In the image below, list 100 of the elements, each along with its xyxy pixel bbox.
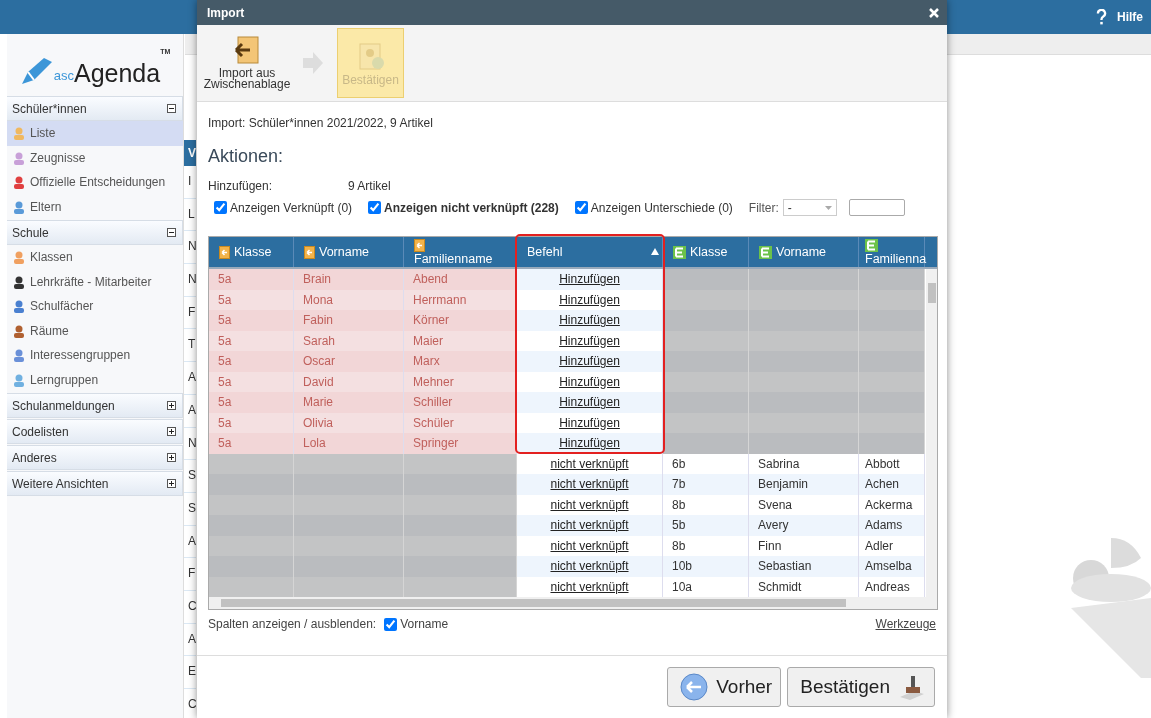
command-link[interactable]: Hinzufügen [559, 292, 620, 307]
sidebar-item[interactable]: Lerngruppen [7, 367, 183, 392]
logo-name: Agenda [73, 61, 161, 86]
logo-prefix: asc [53, 68, 74, 83]
table-cell: Oscar [294, 351, 404, 372]
import-button[interactable]: Import aus Zwischenablage [205, 28, 289, 98]
vertical-scrollbar[interactable] [926, 269, 937, 597]
background-table-cell: A [184, 623, 196, 657]
sidebar-item[interactable]: Liste [7, 121, 183, 146]
sidebar-section-header[interactable]: Schüler*innen [7, 96, 183, 121]
expand-icon[interactable] [167, 479, 176, 488]
background-table-cell: C [184, 689, 196, 718]
sidebar-section-header[interactable]: Codelisten [7, 419, 183, 444]
expand-icon[interactable] [167, 427, 176, 436]
table-cell: 5a [209, 330, 294, 351]
collapse-icon[interactable] [167, 104, 176, 113]
table-cell: Mona [294, 289, 404, 310]
sidebar-item[interactable]: Räume [7, 318, 183, 343]
sidebar-item[interactable]: Interessengruppen [7, 343, 183, 368]
column-option-label: Vorname [400, 617, 449, 631]
sidebar-section-header[interactable]: Schulanmeldungen [7, 393, 183, 418]
command-link[interactable]: Hinzufügen [559, 374, 620, 389]
column-header[interactable]: Befehl [517, 237, 663, 267]
column-header[interactable]: Vorname [294, 237, 404, 267]
filter-label: Anzeigen nicht verknüpft (228) [384, 200, 559, 215]
filter-input[interactable] [848, 199, 905, 216]
section-heading: Aktionen: [208, 146, 285, 167]
filter-label: Anzeigen Unterschiede (0) [590, 200, 733, 215]
column-checkbox[interactable] [384, 617, 398, 631]
sidebar-item[interactable]: Eltern [7, 194, 183, 219]
caret-icon [824, 205, 832, 210]
back-button[interactable]: Vorher [667, 667, 782, 707]
column-header[interactable]: Klasse [663, 237, 749, 267]
table-cell: Lola [294, 433, 404, 454]
confirm-button[interactable]: Bestätigen [787, 667, 935, 707]
close-icon[interactable] [929, 7, 939, 18]
collapse-icon[interactable] [167, 228, 176, 237]
background-table-cell: E [184, 656, 196, 689]
background-table-cell: N [184, 231, 196, 265]
command-link[interactable]: nicht verknüpft [550, 579, 629, 594]
sort-ascending-icon[interactable] [651, 248, 659, 255]
table-cell: Schiller [404, 392, 517, 413]
help-icon[interactable] [1096, 9, 1107, 25]
table-cell: Avery [749, 515, 859, 536]
expand-icon[interactable] [167, 401, 176, 410]
background-table-cell: A [184, 394, 196, 428]
sidebar-item[interactable]: Lehrkräfte - Mitarbeiter [7, 269, 183, 294]
filter-dropdown[interactable]: - [782, 199, 837, 216]
sidebar-item[interactable]: Offizielle Entscheidungen [7, 170, 183, 195]
table-cell: Benjamin [749, 474, 859, 495]
table-cell: Fabin [294, 310, 404, 331]
command-link[interactable]: nicht verknüpft [550, 497, 629, 512]
table-cell: Sarah [294, 330, 404, 351]
filter-checkbox[interactable] [574, 201, 588, 214]
column-header[interactable]: Klasse [209, 237, 294, 267]
arrow-left-icon [680, 673, 709, 701]
table-cell: 5a [209, 310, 294, 331]
table-cell: 5a [209, 371, 294, 392]
background-table-cell: N [184, 427, 196, 461]
background-table-cell: S [184, 492, 196, 526]
sidebar-item[interactable]: Klassen [7, 245, 183, 270]
dialog-title: Import [207, 5, 245, 20]
column-header[interactable]: Vorname [749, 237, 859, 267]
table-cell: 5b [663, 515, 749, 536]
sidebar-section-header[interactable]: Weitere Ansichten [7, 471, 183, 496]
expand-icon[interactable] [167, 453, 176, 462]
table-cell: Körner [404, 310, 517, 331]
table-cell: 10b [663, 556, 749, 577]
command-link[interactable]: Hinzufügen [559, 415, 620, 430]
table-cell: David [294, 371, 404, 392]
filter-label: Anzeigen Verknüpft (0) [230, 200, 353, 215]
table-cell: 5a [209, 433, 294, 454]
sidebar-item[interactable]: Zeugnisse [7, 145, 183, 170]
table-cell: Springer [404, 433, 517, 454]
filter-checkbox[interactable] [368, 201, 382, 214]
summary-value: 9 Artikel [348, 179, 391, 193]
background-table-cell: F [184, 558, 196, 591]
table-cell: Sebastian [749, 556, 859, 577]
table-cell: Marx [404, 351, 517, 372]
column-header[interactable]: Familienname [404, 237, 517, 267]
sidebar-item[interactable]: Schulfächer [7, 294, 183, 319]
command-link[interactable]: nicht verknüpft [550, 456, 629, 471]
table-cell: Brain [294, 269, 404, 290]
background-table-cell: F [184, 296, 196, 330]
background-table-cell: C [184, 590, 196, 624]
command-link[interactable]: nicht verknüpft [550, 538, 629, 553]
table-cell: 5a [209, 392, 294, 413]
background-table-cell: I [184, 166, 196, 199]
command-link[interactable]: Hinzufügen [559, 333, 620, 348]
import-info: Import: Schüler*innen 2021/2022, 9 Artikel [208, 116, 434, 130]
table-cell: 5a [209, 412, 294, 433]
sidebar-section-header[interactable]: Schule [7, 220, 183, 245]
horizontal-scrollbar[interactable] [209, 597, 937, 609]
help-link[interactable]: Hilfe [1117, 10, 1143, 24]
sidebar-section-header[interactable]: Anderes [7, 445, 183, 470]
tools-link[interactable]: Werkzeuge [875, 617, 936, 631]
column-header[interactable]: Familienna [859, 237, 925, 267]
stamp-icon [898, 673, 926, 701]
background-table-cell: T [184, 329, 196, 363]
filter-checkbox[interactable] [214, 201, 227, 214]
